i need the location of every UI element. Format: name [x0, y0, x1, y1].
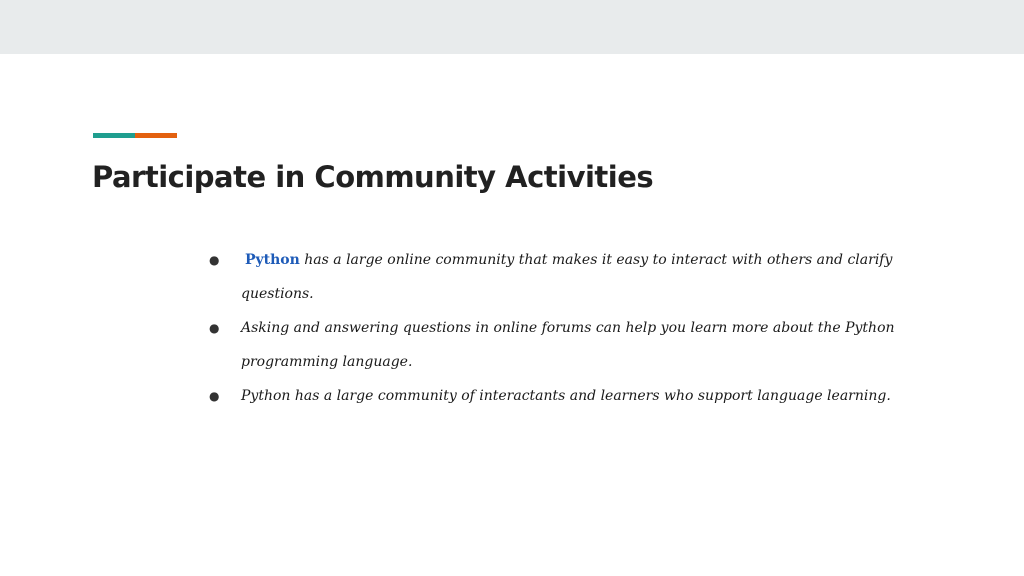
bullet-text: has a large online community that makes …	[241, 252, 893, 302]
title-accent-line	[93, 133, 177, 138]
accent-teal-segment	[93, 133, 135, 138]
slide-title: Participate in Community Activities	[92, 160, 654, 194]
python-link[interactable]: Python	[245, 252, 300, 268]
bullet-dot-icon: ●	[209, 321, 220, 335]
bullet-list: ● Python has a large online community th…	[207, 243, 927, 413]
slide-top-bar	[0, 0, 1024, 54]
bullet-dot-icon: ●	[209, 389, 220, 403]
bullet-item: ● Python has a large online community th…	[207, 243, 927, 311]
accent-orange-segment	[135, 133, 177, 138]
bullet-item: ● Python has a large community of intera…	[207, 379, 927, 413]
bullet-dot-icon: ●	[209, 253, 220, 267]
bullet-text: Python has a large community of interact…	[241, 388, 891, 404]
bullet-text: Asking and answering questions in online…	[241, 320, 895, 370]
bullet-item: ● Asking and answering questions in onli…	[207, 311, 927, 379]
